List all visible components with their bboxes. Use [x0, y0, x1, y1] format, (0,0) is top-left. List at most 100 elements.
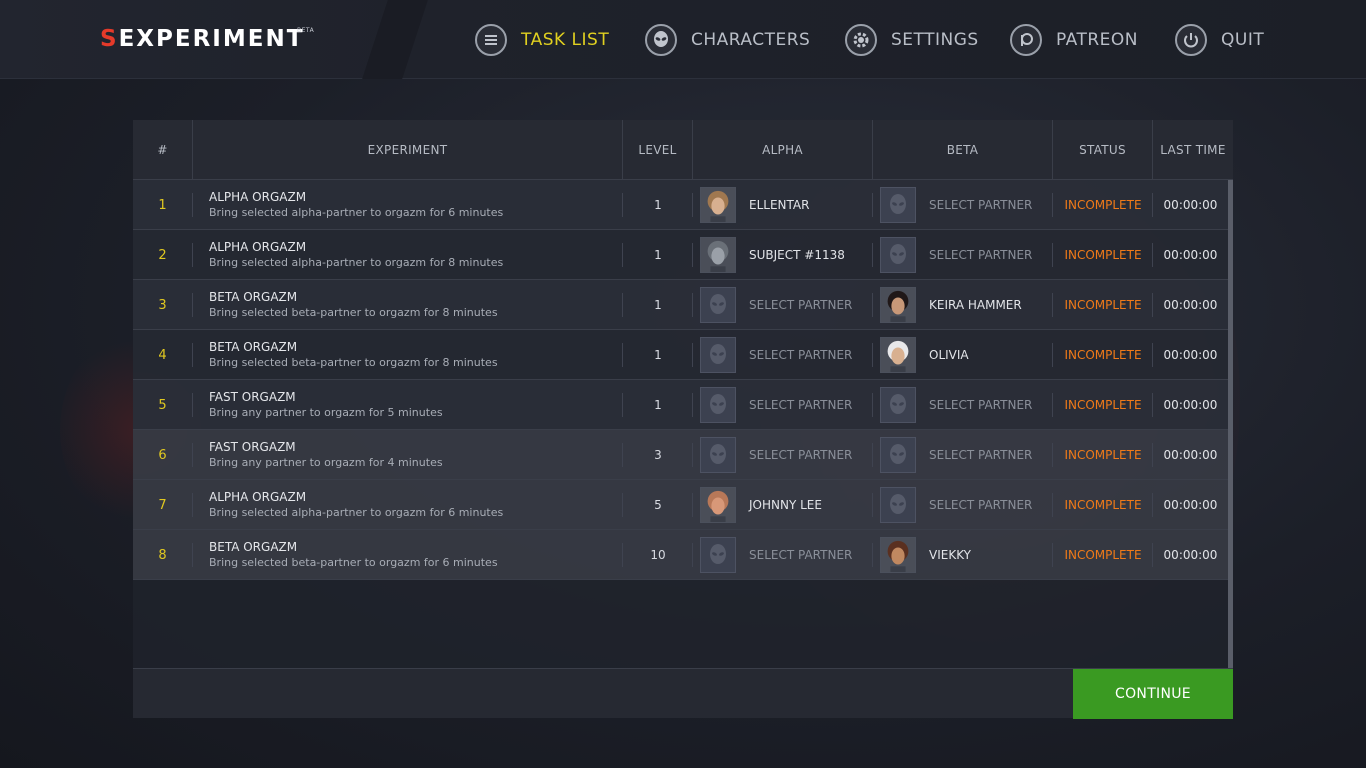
nav-task-list[interactable]: TASK LIST — [475, 23, 609, 57]
level-value: 1 — [654, 198, 662, 212]
row-divider — [192, 393, 193, 417]
beta-partner-slot[interactable]: OLIVIA — [880, 330, 1055, 380]
nav-patreon[interactable]: PATREON — [1010, 23, 1138, 57]
beta-partner-name: SELECT PARTNER — [929, 198, 1033, 212]
table-row[interactable]: 8 BETA ORGAZM Bring selected beta-partner … — [133, 530, 1228, 580]
alpha-partner-slot[interactable]: SUBJECT #1138 — [700, 230, 875, 280]
nav-characters[interactable]: CHARACTERS — [645, 23, 810, 57]
table-row[interactable]: 4 BETA ORGAZM Bring selected beta-partner … — [133, 330, 1228, 380]
nav-label: QUIT — [1221, 30, 1265, 50]
experiment-cell: BETA ORGAZM Bring selected beta-partner t… — [209, 530, 629, 580]
alpha-partner-slot[interactable]: SELECT PARTNER — [700, 380, 875, 430]
alpha-partner-name: JOHNNY LEE — [749, 498, 822, 512]
alpha-partner-slot[interactable]: JOHNNY LEE — [700, 480, 875, 530]
experiment-description: Bring selected alpha-partner to orgazm f… — [209, 506, 504, 519]
table-row[interactable]: 2 ALPHA ORGAZM Bring selected alpha-partne… — [133, 230, 1228, 280]
row-number: 1 — [158, 197, 167, 213]
scrollbar[interactable] — [1228, 180, 1233, 668]
beta-partner-name: VIEKKY — [929, 548, 971, 562]
alpha-partner-name: SELECT PARTNER — [749, 398, 853, 412]
patreon-icon — [1010, 24, 1042, 56]
level-value: 1 — [654, 398, 662, 412]
last-time-value: 00:00:00 — [1163, 448, 1218, 462]
row-divider — [192, 243, 193, 267]
nav-settings[interactable]: SETTINGS — [845, 23, 979, 57]
alpha-partner-slot[interactable]: SELECT PARTNER — [700, 430, 875, 480]
header-num: # — [157, 143, 168, 157]
row-divider — [192, 293, 193, 317]
level-value: 1 — [654, 348, 662, 362]
experiment-description: Bring any partner to orgazm for 5 minute… — [209, 406, 443, 419]
header-status: STATUS — [1079, 143, 1126, 157]
beta-badge: BETA — [297, 27, 315, 34]
experiment-title: FAST ORGAZM — [209, 440, 296, 454]
menu-icon — [475, 24, 507, 56]
experiment-title: ALPHA ORGAZM — [209, 490, 307, 504]
nav-label: TASK LIST — [521, 30, 610, 50]
nav-quit[interactable]: QUIT — [1175, 23, 1264, 57]
alien-placeholder-icon — [700, 537, 736, 573]
alpha-partner-name: SELECT PARTNER — [749, 448, 853, 462]
experiment-description: Bring selected alpha-partner to orgazm f… — [209, 206, 504, 219]
last-time-value: 00:00:00 — [1163, 298, 1218, 312]
last-time-value: 00:00:00 — [1163, 548, 1218, 562]
alpha-partner-slot[interactable]: SELECT PARTNER — [700, 330, 875, 380]
alien-placeholder-icon — [700, 337, 736, 373]
creature-avatar — [700, 237, 736, 273]
level-value: 3 — [654, 448, 662, 462]
alpha-partner-slot[interactable]: SELECT PARTNER — [700, 280, 875, 330]
row-divider — [192, 543, 193, 567]
table-row[interactable]: 5 FAST ORGAZM Bring any partner to orgazm … — [133, 380, 1228, 430]
beta-partner-slot[interactable]: SELECT PARTNER — [880, 480, 1055, 530]
status-badge: INCOMPLETE — [1064, 448, 1142, 462]
continue-button[interactable]: CONTINUE — [1073, 669, 1233, 719]
level-value: 10 — [650, 548, 666, 562]
header-last-time: LAST TIME — [1160, 143, 1226, 157]
top-bar: SEXPERIMENT BETA TASK LIST CHARACTERS SE… — [0, 0, 1366, 79]
alpha-partner-name: SELECT PARTNER — [749, 298, 853, 312]
nav-label: PATREON — [1056, 30, 1139, 50]
table-row[interactable]: 7 ALPHA ORGAZM Bring selected alpha-partne… — [133, 480, 1228, 530]
beta-partner-slot[interactable]: SELECT PARTNER — [880, 180, 1055, 230]
experiment-title: BETA ORGAZM — [209, 290, 298, 304]
alien-placeholder-icon — [700, 287, 736, 323]
experiment-cell: FAST ORGAZM Bring any partner to orgazm f… — [209, 430, 629, 480]
header-alpha: ALPHA — [762, 143, 803, 157]
header-beta: BETA — [946, 143, 979, 157]
level-value: 1 — [654, 248, 662, 262]
status-badge: INCOMPLETE — [1064, 548, 1142, 562]
row-divider — [192, 343, 193, 367]
row-divider — [192, 193, 193, 217]
scrollbar-thumb[interactable] — [1228, 180, 1233, 668]
table-row[interactable]: 3 BETA ORGAZM Bring selected beta-partner … — [133, 280, 1228, 330]
experiment-cell: ALPHA ORGAZM Bring selected alpha-partner… — [209, 230, 629, 280]
experiment-cell: FAST ORGAZM Bring any partner to orgazm f… — [209, 380, 629, 430]
beta-partner-slot[interactable]: KEIRA HAMMER — [880, 280, 1055, 330]
nav-label: CHARACTERS — [691, 30, 811, 50]
alien-placeholder-icon — [880, 437, 916, 473]
experiment-cell: BETA ORGAZM Bring selected beta-partner t… — [209, 330, 629, 380]
last-time-value: 00:00:00 — [1163, 348, 1218, 362]
alien-placeholder-icon — [880, 237, 916, 273]
beta-partner-slot[interactable]: SELECT PARTNER — [880, 430, 1055, 480]
table-row[interactable]: 1 ALPHA ORGAZM Bring selected alpha-partne… — [133, 180, 1228, 230]
alien-icon — [645, 24, 677, 56]
alien-placeholder-icon — [880, 387, 916, 423]
table-row[interactable]: 6 FAST ORGAZM Bring any partner to orgazm … — [133, 430, 1228, 480]
last-time-value: 00:00:00 — [1163, 498, 1218, 512]
alpha-partner-slot[interactable]: ELLENTAR — [700, 180, 875, 230]
row-number: 6 — [158, 447, 167, 463]
status-badge: INCOMPLETE — [1064, 198, 1142, 212]
beta-partner-name: SELECT PARTNER — [929, 398, 1033, 412]
alpha-partner-slot[interactable]: SELECT PARTNER — [700, 530, 875, 580]
last-time-value: 00:00:00 — [1163, 198, 1218, 212]
beta-partner-slot[interactable]: SELECT PARTNER — [880, 380, 1055, 430]
table-footer: CONTINUE — [133, 668, 1233, 719]
alpha-partner-name: ELLENTAR — [749, 198, 810, 212]
beta-partner-slot[interactable]: VIEKKY — [880, 530, 1055, 580]
white-hair-avatar — [880, 337, 916, 373]
status-badge: INCOMPLETE — [1064, 498, 1142, 512]
beta-partner-slot[interactable]: SELECT PARTNER — [880, 230, 1055, 280]
experiment-description: Bring selected beta-partner to orgazm fo… — [209, 306, 498, 319]
experiment-title: ALPHA ORGAZM — [209, 190, 307, 204]
